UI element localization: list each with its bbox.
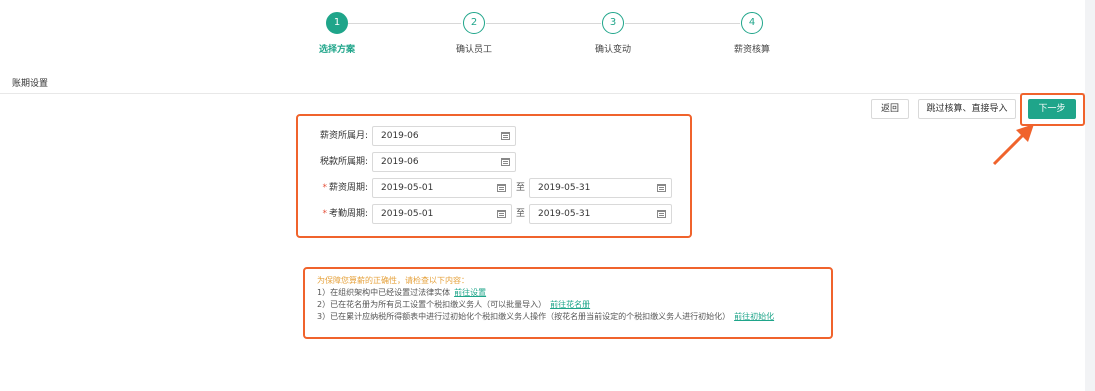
next-step-button[interactable]: 下一步 (1028, 99, 1076, 119)
calendar-icon[interactable] (657, 184, 666, 192)
go-to-roster-link[interactable]: 前往花名册 (550, 300, 590, 309)
calendar-icon[interactable] (501, 158, 510, 166)
form-row-salary-cycle: * 薪资周期: 2019-05-01 至 2019-05-31 (298, 178, 694, 198)
attendance-cycle-start-field[interactable]: 2019-05-01 (372, 204, 512, 224)
go-to-settings-link[interactable]: 前往设置 (454, 288, 486, 297)
form-row-tax-period: 税款所属期: 2019-06 (298, 152, 694, 172)
tax-period-label: 税款所属期: (319, 157, 368, 167)
salary-cycle-end-value: 2019-05-31 (538, 183, 591, 193)
step-payroll-calc: 4 薪资核算 (707, 12, 797, 55)
period-settings-form: 薪资所属月: 2019-06 税款所属期: 2019-06 * 薪资周期: 201… (296, 114, 692, 238)
calendar-icon[interactable] (497, 210, 506, 218)
step-number: 3 (602, 12, 624, 34)
attendance-cycle-label-text: 考勤周期: (328, 209, 368, 219)
step-select-plan: 1 选择方案 (292, 12, 382, 55)
form-row-salary-month: 薪资所属月: 2019-06 (298, 126, 694, 146)
step-number: 4 (741, 12, 763, 34)
divider (0, 93, 1085, 94)
tax-period-value: 2019-06 (381, 157, 419, 167)
notice-item-text: 3）已在累计应纳税所得额表中进行过初始化个税扣缴义务人操作（按花名册当前设定的个… (317, 312, 731, 321)
step-label: 薪资核算 (733, 45, 770, 55)
salary-cycle-end-field[interactable]: 2019-05-31 (529, 178, 672, 198)
calendar-icon[interactable] (501, 132, 510, 140)
calendar-icon[interactable] (657, 210, 666, 218)
salary-cycle-label: * 薪资周期: (298, 178, 368, 198)
notice-item: 2）已在花名册为所有员工设置个税扣缴义务人（可以批量导入） 前往花名册 (317, 299, 819, 311)
form-row-attendance-cycle: * 考勤周期: 2019-05-01 至 2019-05-31 (298, 204, 694, 224)
skip-and-import-button[interactable]: 跳过核算、直接导入 (918, 99, 1016, 119)
section-title: 账期设置 (12, 79, 49, 89)
step-confirm-staff: 2 确认员工 (429, 12, 519, 55)
step-number: 1 (326, 12, 348, 34)
notice-title: 为保障您算薪的正确性，请检查以下内容： (317, 276, 469, 285)
salary-cycle-start-value: 2019-05-01 (381, 183, 434, 193)
step-confirm-changes: 3 确认变动 (568, 12, 658, 55)
salary-month-value: 2019-06 (381, 131, 419, 141)
salary-cycle-label-text: 薪资周期: (328, 183, 368, 193)
notice-item-text: 2）已在花名册为所有员工设置个税扣缴义务人（可以批量导入） (317, 300, 547, 309)
step-label: 选择方案 (318, 45, 355, 55)
notice-item: 3）已在累计应纳税所得额表中进行过初始化个税扣缴义务人操作（按花名册当前设定的个… (317, 311, 819, 323)
range-separator: 至 (516, 183, 526, 193)
attendance-cycle-end-value: 2019-05-31 (538, 209, 591, 219)
notice-item: 1）在组织架构中已经设置过法律实体 前往设置 (317, 287, 819, 299)
pointer-arrow-icon (992, 124, 1034, 166)
attendance-cycle-start-value: 2019-05-01 (381, 209, 434, 219)
back-button[interactable]: 返回 (871, 99, 909, 119)
salary-month-field[interactable]: 2019-06 (372, 126, 516, 146)
calendar-icon[interactable] (497, 184, 506, 192)
salary-month-label: 薪资所属月: (319, 131, 368, 141)
step-label: 确认变动 (594, 45, 631, 55)
step-progress: 1 选择方案 2 确认员工 3 确认变动 4 薪资核算 (0, 12, 1095, 62)
go-to-initialize-link[interactable]: 前往初始化 (734, 312, 774, 321)
required-mark: * (322, 209, 327, 219)
range-separator: 至 (516, 209, 526, 219)
checklist-notice: 为保障您算薪的正确性，请检查以下内容： 1）在组织架构中已经设置过法律实体 前往设… (303, 267, 833, 339)
attendance-cycle-label: * 考勤周期: (298, 204, 368, 224)
step-number: 2 (463, 12, 485, 34)
tax-period-field[interactable]: 2019-06 (372, 152, 516, 172)
step-label: 确认员工 (455, 45, 492, 55)
attendance-cycle-end-field[interactable]: 2019-05-31 (529, 204, 672, 224)
required-mark: * (322, 183, 327, 193)
notice-item-text: 1）在组织架构中已经设置过法律实体 (317, 288, 451, 297)
salary-cycle-start-field[interactable]: 2019-05-01 (372, 178, 512, 198)
